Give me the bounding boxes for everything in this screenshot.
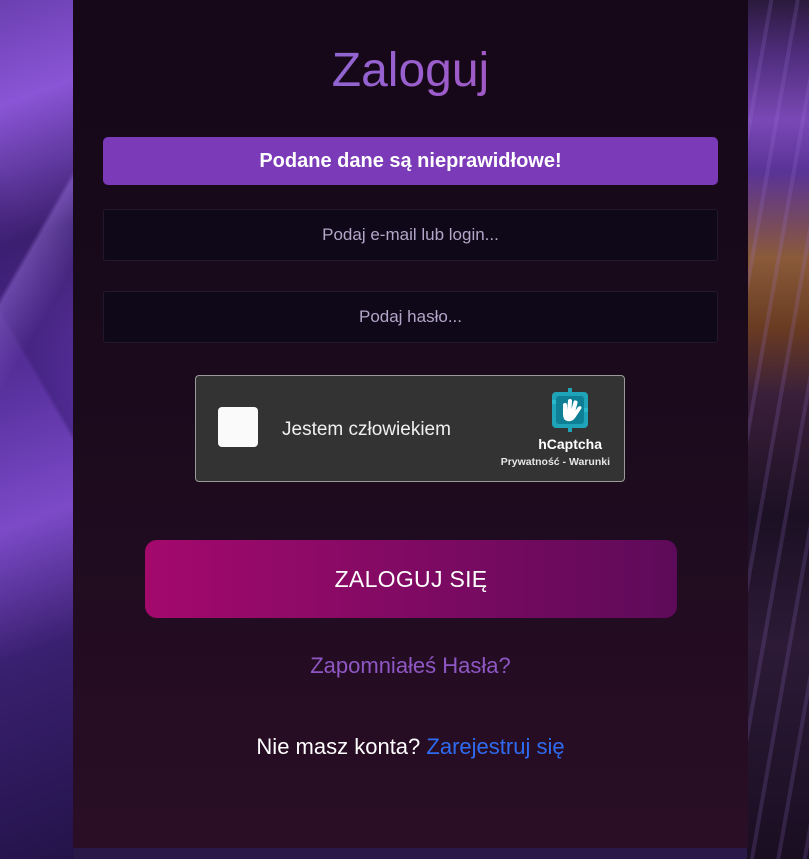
hcaptcha-hand-icon [552,388,588,432]
login-card: Zaloguj Podane dane są nieprawidłowe! Po… [73,0,748,848]
captcha-checkbox[interactable] [218,407,258,447]
hcaptcha-widget: Jestem człowiekiem hCaptcha Prywatność -… [195,375,625,482]
error-banner: Podane dane są nieprawidłowe! [103,137,718,185]
captcha-checkbox-label: Jestem człowiekiem [282,419,451,440]
register-link[interactable]: Zarejestruj się [426,734,564,759]
no-account-text: Nie masz konta? [256,734,421,759]
background-art-left [0,0,74,859]
page-title: Zaloguj [73,40,748,102]
forgot-password-link[interactable]: Zapomniałeś Hasła? [73,653,748,679]
register-prompt: Nie masz konta? Zarejestruj się [73,734,748,760]
email-field[interactable]: Podaj e-mail lub login... [103,209,718,261]
captcha-privacy-terms-links[interactable]: Prywatność - Warunki [501,456,610,468]
password-field[interactable]: Podaj hasło... [103,291,718,343]
login-button[interactable]: ZALOGUJ SIĘ [145,540,677,618]
captcha-brand: hCaptcha [538,436,602,452]
background-art-right [747,0,809,859]
